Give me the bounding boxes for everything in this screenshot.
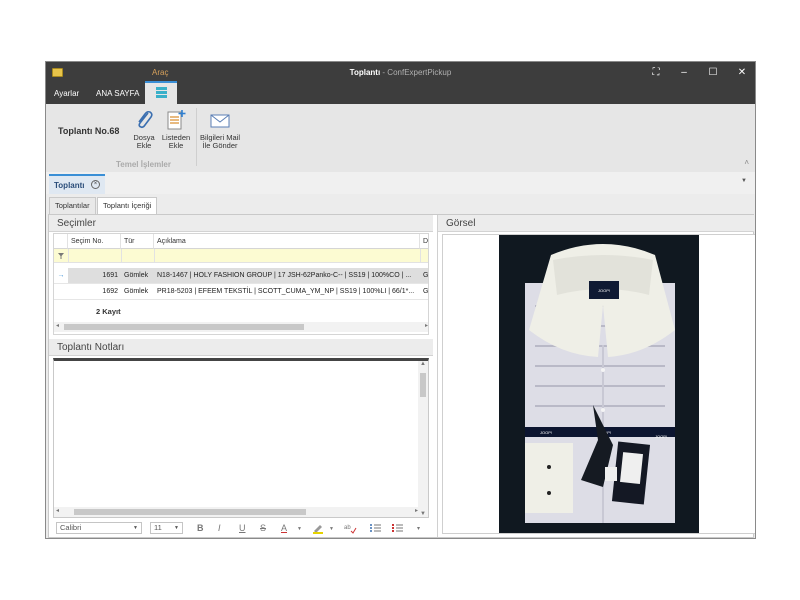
scroll-down-icon[interactable]: ▼ xyxy=(420,511,426,517)
ribbon-collapse-icon[interactable]: ˄ xyxy=(744,158,749,167)
ribbon: Toplantı No.68 Dosya Ekle Listeden Ekle xyxy=(46,104,755,173)
grid-indicator-header xyxy=(54,234,68,249)
content-area: Seçimler Seçim No. Tür Açıklama D → 1691… xyxy=(48,214,755,538)
tab-toplanti[interactable]: Toplantı × xyxy=(49,174,105,194)
tab-meetings[interactable]: Toplantılar xyxy=(49,197,96,214)
scrollbar-thumb[interactable] xyxy=(64,324,304,330)
numbered-list-icon[interactable] xyxy=(391,522,405,534)
cell-selection-no: 1691 xyxy=(102,272,118,279)
add-from-list-button[interactable]: Listeden Ekle xyxy=(158,108,194,150)
cell-description: PR18-5203 | EFEEM TEKSTİL | SCOTT_CUMA_Y… xyxy=(157,288,415,295)
toolbar-overflow-icon[interactable]: ▾ xyxy=(417,525,420,532)
scrollbar-thumb[interactable] xyxy=(420,373,426,397)
chevron-down-icon[interactable]: ▼ xyxy=(329,526,334,532)
bold-button[interactable]: B xyxy=(197,523,204,533)
brand-label: JOOP! xyxy=(598,288,610,293)
current-row-arrow-icon: → xyxy=(54,268,68,283)
row-indicator xyxy=(54,284,68,299)
menu-settings[interactable]: Ayarlar xyxy=(54,89,79,98)
spellcheck-icon[interactable]: ab xyxy=(343,522,357,534)
cell-type: Gömlek xyxy=(124,272,149,279)
svg-text:ab: ab xyxy=(344,525,351,531)
image-panel: Görsel JOOP! JOOP! JOOP! xyxy=(437,215,755,537)
font-family-select[interactable]: Calibri ▼ xyxy=(56,522,142,534)
column-type[interactable]: Tür xyxy=(121,234,154,249)
chevron-down-icon: ▼ xyxy=(174,525,179,531)
bullet-list-icon[interactable] xyxy=(369,522,383,534)
shirt-photo: JOOP! JOOP! JOOP! JOOP! xyxy=(499,235,699,533)
tab-arac[interactable] xyxy=(145,81,177,104)
underline-button[interactable]: U xyxy=(239,523,246,533)
grid-horizontal-scrollbar[interactable]: ◂ ▸ xyxy=(54,322,428,332)
chevron-down-icon[interactable]: ▼ xyxy=(741,178,747,184)
image-header: Görsel xyxy=(438,215,754,232)
svg-text:JOOP!: JOOP! xyxy=(655,434,667,439)
close-tab-icon[interactable]: × xyxy=(91,180,100,189)
meeting-number: Toplantı No.68 xyxy=(58,126,120,136)
sub-tab-bar: Toplantılar Toplantı İçeriği xyxy=(46,194,755,214)
font-family-value: Calibri xyxy=(60,523,82,532)
scroll-left-icon[interactable]: ◂ xyxy=(56,507,59,514)
table-row[interactable]: → 1691 Gömlek N18-1467 | HOLY FASHION GR… xyxy=(54,268,428,284)
product-image-frame: JOOP! JOOP! JOOP! JOOP! xyxy=(442,234,755,534)
cell-d: G xyxy=(423,272,429,279)
close-button[interactable]: ✕ xyxy=(728,62,755,83)
font-size-value: 11 xyxy=(154,523,162,532)
add-from-list-label-2: Ekle xyxy=(168,141,184,150)
italic-button[interactable]: I xyxy=(218,523,221,533)
list-add-icon xyxy=(167,110,186,130)
add-file-label-2: Ekle xyxy=(136,141,152,150)
notes-panel: Toplantı Notları ▲ ▼ ◂ ▸ Calibri ▼ 11 ▼ … xyxy=(49,339,433,538)
record-count: 2 Kayıt xyxy=(96,307,121,316)
font-size-select[interactable]: 11 ▼ xyxy=(150,522,183,534)
send-mail-button[interactable]: Bilgileri Mail İle Gönder xyxy=(199,108,241,150)
table-row[interactable]: 1692 Gömlek PR18-5203 | EFEEM TEKSTİL | … xyxy=(54,284,428,300)
scroll-right-icon[interactable]: ▸ xyxy=(415,507,418,514)
cell-description: N18-1467 | HOLY FASHION GROUP | 17 JSH-6… xyxy=(157,272,412,279)
filter-icon xyxy=(58,253,64,259)
font-color-button[interactable]: A xyxy=(281,523,287,533)
mail-icon xyxy=(210,114,230,128)
fullscreen-icon[interactable]: ⛶ xyxy=(642,62,670,83)
app-window: Araç Toplantı - ConfExpertPickup ⛶ – ☐ ✕… xyxy=(45,61,756,539)
scroll-up-icon[interactable]: ▲ xyxy=(420,361,426,367)
scroll-left-icon[interactable]: ◂ xyxy=(56,322,59,329)
column-description[interactable]: Açıklama xyxy=(154,234,420,249)
filter-row[interactable] xyxy=(54,249,428,263)
menu-home[interactable]: ANA SAYFA xyxy=(96,89,139,98)
paperclip-icon xyxy=(138,110,153,129)
svg-text:JOOP!: JOOP! xyxy=(540,430,552,435)
column-d[interactable]: D xyxy=(420,234,428,249)
notes-horizontal-scrollbar[interactable]: ◂ ▸ xyxy=(54,507,420,517)
selections-header: Seçimler xyxy=(49,215,433,232)
maximize-button[interactable]: ☐ xyxy=(699,62,727,83)
add-file-button[interactable]: Dosya Ekle xyxy=(126,108,162,150)
format-toolbar: Calibri ▼ 11 ▼ B I U S A ▼ ▼ ab ▾ xyxy=(53,520,429,536)
cell-type: Gömlek xyxy=(124,288,149,295)
column-selection-no[interactable]: Seçim No. xyxy=(68,234,121,249)
highlight-icon[interactable] xyxy=(311,522,325,534)
minimize-button[interactable]: – xyxy=(670,62,698,83)
notes-vertical-scrollbar[interactable]: ▲ ▼ xyxy=(418,361,428,517)
document-tab-bar: Toplantı × ▼ xyxy=(46,172,755,195)
ribbon-group-separator xyxy=(196,108,197,166)
scroll-right-icon[interactable]: ▸ xyxy=(425,322,428,329)
tab-meeting-content[interactable]: Toplantı İçeriği xyxy=(97,197,158,214)
chevron-down-icon[interactable]: ▼ xyxy=(297,526,302,532)
ribbon-group-label: Temel İşlemler xyxy=(116,160,171,169)
title-bar[interactable]: Araç Toplantı - ConfExpertPickup ⛶ – ☐ ✕ xyxy=(46,62,755,83)
cell-d: G xyxy=(423,288,429,295)
notes-editor[interactable]: ▲ ▼ ◂ ▸ xyxy=(53,358,429,518)
selections-grid: Seçim No. Tür Açıklama D → 1691 Gömlek N… xyxy=(53,233,429,335)
scrollbar-thumb[interactable] xyxy=(74,509,306,515)
cell-selection-no: 1692 xyxy=(102,288,118,295)
notes-header: Toplantı Notları xyxy=(49,339,433,356)
tab-toplanti-label: Toplantı xyxy=(54,181,85,190)
send-mail-label-2: İle Gönder xyxy=(202,141,238,150)
chevron-down-icon: ▼ xyxy=(133,525,138,531)
strikethrough-button[interactable]: S xyxy=(260,523,266,533)
layers-icon xyxy=(156,87,167,98)
